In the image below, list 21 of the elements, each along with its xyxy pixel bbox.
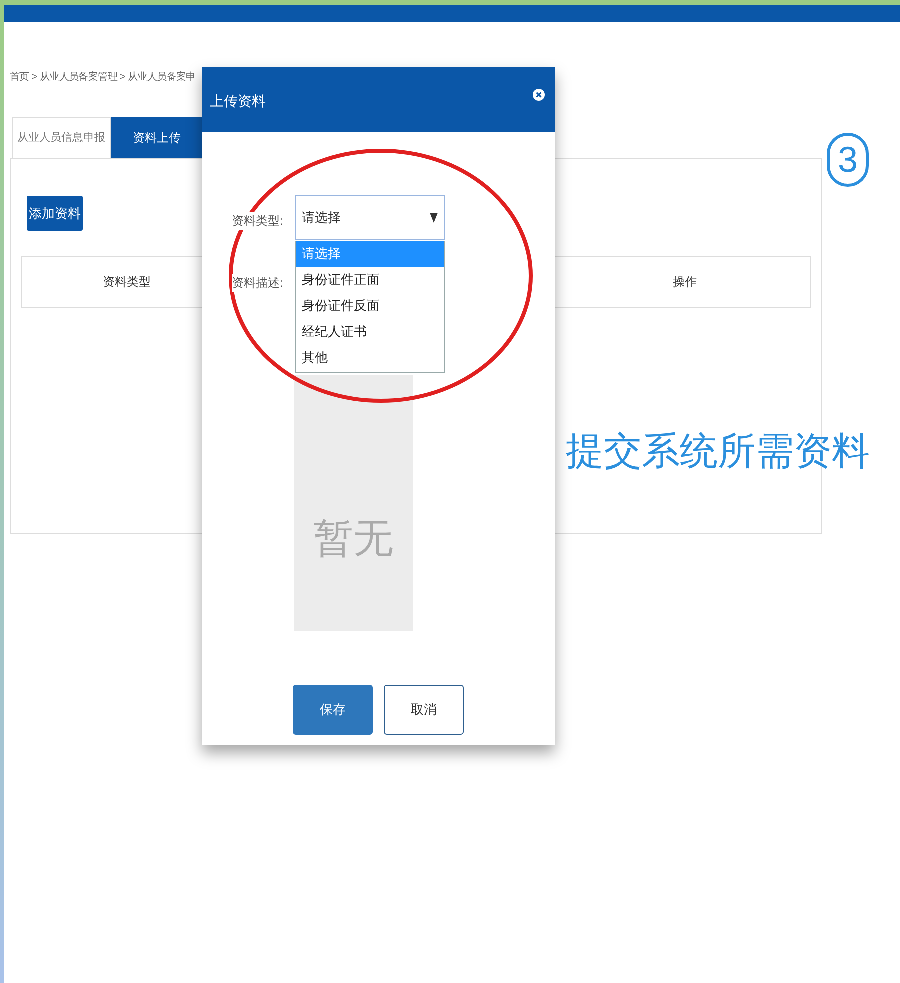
- breadcrumb: 首页 > 从业人员备案管理 > 从业人员备案申: [10, 72, 196, 83]
- dropdown-option[interactable]: 其他: [296, 345, 444, 371]
- dropdown-option[interactable]: 身份证件反面: [296, 293, 444, 319]
- type-select[interactable]: 请选择: [295, 195, 445, 240]
- annotation-caption: 提交系统所需资料: [566, 430, 870, 475]
- close-icon[interactable]: [533, 89, 545, 101]
- dropdown-option[interactable]: 经纪人证书: [296, 319, 444, 345]
- field-label: 资料描述:: [232, 274, 284, 292]
- dropdown-option[interactable]: 身份证件正面: [296, 267, 444, 293]
- column-header: 操作: [672, 274, 698, 291]
- column-header: 资料类型: [102, 274, 152, 291]
- dialog-title: 上传资料: [210, 92, 266, 111]
- dropdown-arrow-icon: [430, 212, 438, 222]
- field-label: 资料类型:: [232, 212, 284, 230]
- no-image-text: 暂无: [314, 516, 394, 563]
- tab[interactable]: 资料上传: [111, 117, 203, 158]
- save-button[interactable]: 保存: [293, 685, 373, 735]
- cancel-button[interactable]: 取消: [384, 685, 464, 735]
- add-material-button[interactable]: 添加资料: [27, 196, 83, 231]
- step-number-badge: 3: [827, 133, 869, 187]
- tab[interactable]: 从业人员信息申报: [12, 117, 111, 158]
